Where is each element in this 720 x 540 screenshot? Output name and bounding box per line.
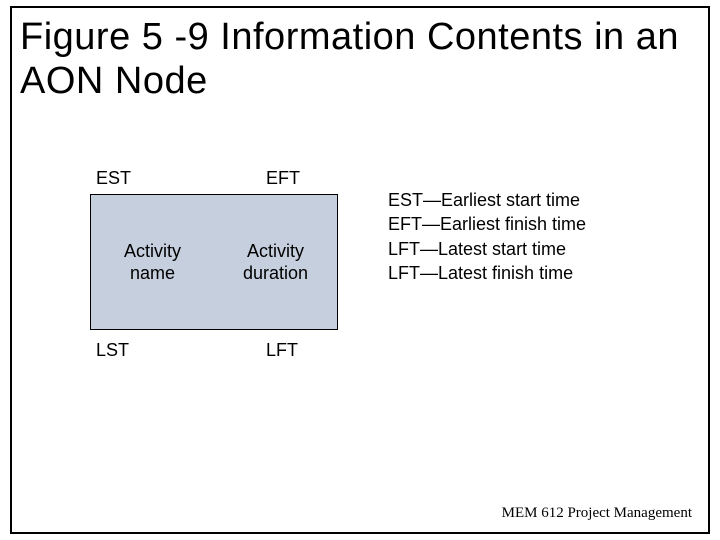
slide-title: Figure 5 -9 Information Contents in an A… — [20, 16, 700, 103]
node-activity-name: Activity name — [91, 195, 214, 329]
legend-row: LFT—Latest finish time — [388, 261, 586, 285]
legend: EST—Earliest start time EFT—Earliest fin… — [388, 188, 586, 285]
label-lst: LST — [96, 340, 129, 361]
aon-node-box: Activity name Activity duration — [90, 194, 338, 330]
label-est: EST — [96, 168, 131, 189]
legend-row: EST—Earliest start time — [388, 188, 586, 212]
legend-abbr: LFT — [388, 239, 420, 259]
slide-frame: Figure 5 -9 Information Contents in an A… — [10, 6, 710, 534]
aon-diagram: EST EFT LST LFT Activity name Activity d… — [90, 170, 650, 380]
legend-abbr: EST — [388, 190, 423, 210]
legend-abbr: LFT — [388, 263, 420, 283]
legend-row: EFT—Earliest finish time — [388, 212, 586, 236]
legend-def: —Latest finish time — [420, 263, 573, 283]
legend-row: LFT—Latest start time — [388, 237, 586, 261]
label-lft: LFT — [266, 340, 298, 361]
legend-def: —Earliest start time — [423, 190, 580, 210]
legend-abbr: EFT — [388, 214, 422, 234]
legend-def: —Latest start time — [420, 239, 566, 259]
slide-footer: MEM 612 Project Management — [502, 505, 692, 522]
legend-def: —Earliest finish time — [422, 214, 586, 234]
node-activity-duration: Activity duration — [214, 195, 337, 329]
label-eft: EFT — [266, 168, 300, 189]
